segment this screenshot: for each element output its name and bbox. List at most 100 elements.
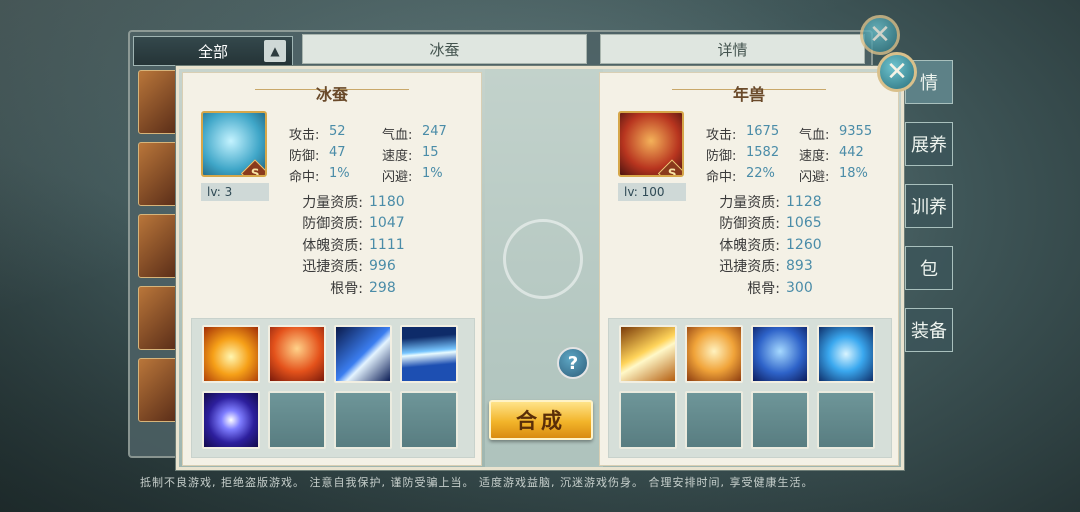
stat-label: 闪避: bbox=[382, 170, 413, 185]
side-tab-cultivate[interactable]: 展养 bbox=[905, 122, 953, 166]
background-close-button[interactable]: ✕ bbox=[860, 15, 900, 55]
aptitude-value: 893 bbox=[786, 258, 813, 275]
flame-beast-icon[interactable] bbox=[268, 325, 326, 383]
aptitude-label: 迅捷资质: bbox=[719, 259, 780, 276]
side-tab-label: 装备 bbox=[911, 321, 947, 342]
aptitude-row: 体魄资质: 1260 bbox=[700, 234, 890, 256]
side-tab-equip[interactable]: 装备 bbox=[905, 308, 953, 352]
stat-label: 命中: bbox=[289, 170, 320, 185]
stat-value: 52 bbox=[329, 124, 346, 139]
grade-badge: S bbox=[657, 159, 682, 177]
aptitude-row: 迅捷资质: 996 bbox=[283, 256, 473, 278]
synthesize-label: 合成 bbox=[516, 409, 566, 433]
empty-skill-slot bbox=[751, 391, 809, 449]
empty-skill-slot bbox=[334, 391, 392, 449]
stat-label: 防御: bbox=[289, 149, 320, 164]
pet-thumbnail[interactable] bbox=[138, 286, 178, 350]
pet-aptitudes: 力量资质: 1128 防御资质: 1065 体魄资质: 1260 迅捷资质: 893 根… bbox=[700, 191, 890, 299]
pet-name: 年兽 bbox=[732, 85, 765, 104]
aptitude-value: 300 bbox=[786, 279, 813, 296]
pet-filter-label: 全部 bbox=[197, 42, 228, 61]
background-details-label: 详情 bbox=[717, 40, 748, 59]
stat-value: 9355 bbox=[839, 124, 873, 139]
stat-value: 18% bbox=[839, 166, 868, 181]
pet-stats: 攻击: 1675 气血: 9355 防御: 1582 速度: 442 命中: 22% 闪避… bbox=[706, 123, 892, 186]
stat-value: 15 bbox=[422, 145, 439, 160]
stat-label: 速度: bbox=[382, 149, 413, 164]
aptitude-value: 1260 bbox=[786, 236, 822, 253]
skill-panel bbox=[191, 318, 475, 458]
pet-level: lv: 100 bbox=[618, 183, 686, 201]
blue-streak-icon[interactable] bbox=[400, 325, 458, 383]
purple-orb-icon[interactable] bbox=[202, 391, 260, 449]
stat-label: 闪避: bbox=[799, 170, 830, 185]
stat-label: 气血: bbox=[799, 128, 830, 143]
background-pet-name-tab: 冰蚕 bbox=[302, 34, 587, 64]
background-details-tab: 详情 bbox=[600, 34, 865, 64]
fire-burst-icon[interactable] bbox=[202, 325, 260, 383]
stat-value: 1675 bbox=[746, 124, 780, 139]
right-pet-panel: 年兽 S lv: 100 攻击: 1675 气血: 9355 防御: 1582 速度:… bbox=[599, 72, 899, 466]
pet-filter-dropdown[interactable]: 全部 ▲ bbox=[133, 36, 293, 66]
close-icon: ✕ bbox=[886, 57, 908, 87]
aptitude-label: 防御资质: bbox=[302, 216, 363, 233]
stat-label: 攻击: bbox=[706, 128, 737, 143]
aptitude-value: 1111 bbox=[369, 236, 405, 253]
side-tab-column: 情 展养 训养 包 装备 bbox=[905, 60, 955, 370]
close-icon: ✕ bbox=[869, 20, 891, 50]
golden-lion-icon[interactable] bbox=[685, 325, 743, 383]
background-pet-name: 冰蚕 bbox=[429, 40, 460, 59]
stat-value: 442 bbox=[839, 145, 864, 160]
pet-stats: 攻击: 52 气血: 247 防御: 47 速度: 15 命中: 1% 闪避: 1% bbox=[289, 123, 475, 186]
chevron-up-icon[interactable]: ▲ bbox=[264, 40, 286, 62]
aptitude-label: 体魄资质: bbox=[719, 237, 780, 254]
blue-shield-icon[interactable] bbox=[751, 325, 809, 383]
grade-badge: S bbox=[240, 159, 265, 177]
health-notice: 抵制不良游戏, 拒绝盗版游戏。 注意自我保护, 谨防受骗上当。 适度游戏益脑, … bbox=[140, 476, 814, 489]
aptitude-row: 防御资质: 1047 bbox=[283, 213, 473, 235]
stat-row: 防御: 47 速度: 15 bbox=[289, 144, 475, 165]
aptitude-row: 根骨: 298 bbox=[283, 277, 473, 299]
aptitude-label: 根骨: bbox=[747, 280, 780, 297]
side-tab-label: 展养 bbox=[911, 135, 947, 156]
aptitude-row: 迅捷资质: 893 bbox=[700, 256, 890, 278]
pet-thumbnail[interactable] bbox=[138, 358, 178, 422]
pet-level: lv: 3 bbox=[201, 183, 269, 201]
stat-label: 防御: bbox=[706, 149, 737, 164]
aptitude-row: 力量资质: 1180 bbox=[283, 191, 473, 213]
side-tab-bag[interactable]: 包 bbox=[905, 246, 953, 290]
close-button[interactable]: ✕ bbox=[877, 52, 917, 92]
grade-label: S bbox=[250, 166, 260, 177]
aptitude-label: 力量资质: bbox=[719, 194, 780, 211]
side-tab-train[interactable]: 训养 bbox=[905, 184, 953, 228]
pet-name: 冰蚕 bbox=[315, 85, 348, 104]
aptitude-row: 体魄资质: 1111 bbox=[283, 234, 473, 256]
synthesize-button[interactable]: 合成 bbox=[489, 400, 593, 440]
golden-beam-icon[interactable] bbox=[619, 325, 677, 383]
stat-value: 22% bbox=[746, 166, 775, 181]
aptitude-value: 1180 bbox=[369, 193, 405, 210]
stat-value: 247 bbox=[422, 124, 447, 139]
empty-skill-slot bbox=[400, 391, 458, 449]
grade-label: S bbox=[667, 166, 677, 177]
empty-skill-slot bbox=[619, 391, 677, 449]
stat-row: 攻击: 52 气血: 247 bbox=[289, 123, 475, 144]
side-tab-label: 训养 bbox=[911, 197, 947, 218]
pet-thumbnail[interactable] bbox=[138, 142, 178, 206]
pet-thumbnail[interactable] bbox=[138, 70, 178, 134]
help-button[interactable]: ? bbox=[557, 347, 589, 379]
pet-thumbnail[interactable] bbox=[138, 214, 178, 278]
side-tab-label: 情 bbox=[920, 73, 938, 94]
ice-claw-icon[interactable] bbox=[334, 325, 392, 383]
stat-label: 命中: bbox=[706, 170, 737, 185]
aptitude-value: 1047 bbox=[369, 215, 405, 232]
blue-heart-icon[interactable] bbox=[817, 325, 875, 383]
pet-avatar-nian-beast[interactable]: S bbox=[618, 111, 684, 177]
stat-row: 命中: 22% 闪避: 18% bbox=[706, 165, 892, 186]
dragon-emblem-icon bbox=[503, 219, 583, 299]
aptitude-label: 迅捷资质: bbox=[302, 259, 363, 276]
left-pet-panel: 冰蚕 S lv: 3 攻击: 52 气血: 247 防御: 47 速度: 15 命中: 1… bbox=[182, 72, 482, 466]
pet-avatar-ice-silkworm[interactable]: S bbox=[201, 111, 267, 177]
pet-aptitudes: 力量资质: 1180 防御资质: 1047 体魄资质: 1111 迅捷资质: 996 根… bbox=[283, 191, 473, 299]
aptitude-label: 体魄资质: bbox=[302, 237, 363, 254]
